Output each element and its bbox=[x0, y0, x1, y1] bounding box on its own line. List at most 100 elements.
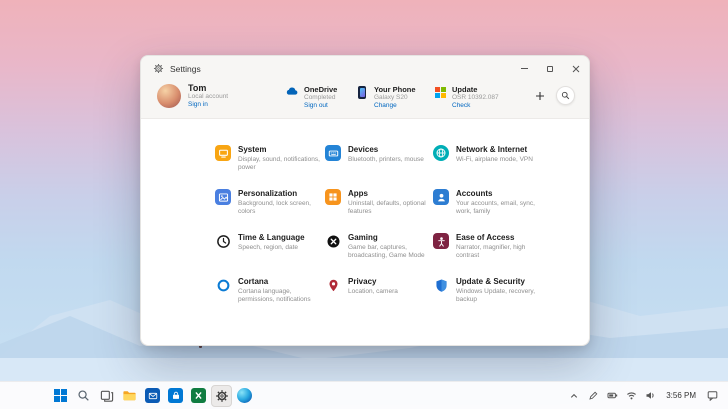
devices-icon bbox=[325, 145, 341, 161]
sign-out-link[interactable]: Sign out bbox=[304, 102, 337, 110]
excel-icon bbox=[191, 388, 206, 403]
category-time-language[interactable]: Time & Language Speech, region, date bbox=[215, 233, 325, 277]
close-icon bbox=[572, 65, 580, 73]
mail-button[interactable] bbox=[142, 385, 163, 407]
update-security-icon bbox=[433, 277, 449, 293]
category-grid: System Display, sound, notifications, po… bbox=[215, 145, 545, 321]
change-link[interactable]: Change bbox=[374, 102, 416, 110]
category-title: Ease of Access bbox=[456, 233, 515, 242]
category-subtitle: Uninstall, defaults, optional features bbox=[348, 199, 426, 215]
update-card[interactable]: Update OSR 10392.087 Check bbox=[433, 83, 528, 111]
settings-taskbar-button[interactable] bbox=[211, 384, 232, 407]
maximize-button[interactable] bbox=[537, 56, 563, 81]
category-subtitle: Game bar, captures, broadcasting, Game M… bbox=[348, 243, 425, 259]
settings-content: System Display, sound, notifications, po… bbox=[141, 118, 589, 345]
card-title: Your Phone bbox=[374, 85, 416, 94]
your-phone-icon bbox=[355, 85, 369, 99]
volume-icon[interactable] bbox=[644, 390, 656, 402]
profile-subtitle: Local account bbox=[188, 93, 229, 101]
category-title: Update & Security bbox=[456, 277, 525, 286]
search-icon bbox=[561, 91, 570, 100]
window-title: Settings bbox=[170, 63, 201, 74]
file-explorer-icon bbox=[123, 391, 136, 401]
settings-header: Tom Local account Sign in OneDrive Compl… bbox=[141, 81, 589, 118]
category-devices[interactable]: Devices Bluetooth, printers, mouse bbox=[325, 145, 433, 189]
settings-window: Settings Tom Local account Sign in OneDr… bbox=[140, 55, 590, 346]
minimize-icon bbox=[520, 68, 528, 69]
category-title: Network & Internet bbox=[456, 145, 528, 154]
header-actions bbox=[533, 83, 575, 105]
your-phone-card[interactable]: Your Phone Galaxy S20 Change bbox=[355, 83, 433, 111]
action-center-icon[interactable] bbox=[706, 390, 718, 402]
store-button[interactable] bbox=[165, 385, 186, 407]
ease-of-access-icon bbox=[433, 233, 449, 249]
cortana-icon bbox=[215, 277, 231, 293]
time-language-icon bbox=[215, 233, 231, 249]
category-subtitle: Background, lock screen, colors bbox=[238, 199, 311, 215]
system-tray: 3:56 PM bbox=[568, 390, 718, 402]
add-button[interactable] bbox=[533, 89, 547, 103]
edge-icon bbox=[237, 388, 252, 403]
avatar bbox=[157, 84, 181, 109]
check-link[interactable]: Check bbox=[452, 102, 499, 110]
battery-icon[interactable] bbox=[606, 390, 618, 402]
category-title: Accounts bbox=[456, 189, 493, 198]
search-icon bbox=[78, 390, 89, 401]
chevron-up-icon[interactable] bbox=[568, 390, 580, 402]
task-view-button[interactable] bbox=[96, 385, 117, 407]
file-explorer-button[interactable] bbox=[119, 385, 140, 407]
onedrive-card[interactable]: OneDrive Completed Sign out bbox=[285, 83, 355, 111]
onedrive-cloud-icon bbox=[285, 85, 299, 99]
category-title: Privacy bbox=[348, 277, 377, 286]
card-title: Update bbox=[452, 85, 478, 94]
category-subtitle: Narrator, magnifier, high contrast bbox=[456, 243, 526, 259]
category-subtitle: Your accounts, email, sync, work, family bbox=[456, 199, 535, 215]
start-icon bbox=[54, 389, 67, 402]
category-ease-of-access[interactable]: Ease of Access Narrator, magnifier, high… bbox=[433, 233, 545, 277]
privacy-icon bbox=[325, 277, 341, 293]
category-title: Cortana bbox=[238, 277, 269, 286]
category-title: Apps bbox=[348, 189, 368, 198]
category-subtitle: Cortana language, permissions, notificat… bbox=[238, 287, 311, 303]
category-subtitle: Windows Update, recovery, backup bbox=[456, 287, 535, 303]
category-cortana[interactable]: Cortana Cortana language, permissions, n… bbox=[215, 277, 325, 321]
category-apps[interactable]: Apps Uninstall, defaults, optional featu… bbox=[325, 189, 433, 233]
category-title: Devices bbox=[348, 145, 379, 154]
category-subtitle: Wi-Fi, airplane mode, VPN bbox=[456, 155, 533, 163]
category-update-security[interactable]: Update & Security Windows Update, recove… bbox=[433, 277, 545, 321]
category-title: Gaming bbox=[348, 233, 378, 242]
taskbar-search-button[interactable] bbox=[73, 385, 94, 407]
system-icon bbox=[215, 145, 231, 161]
card-title: OneDrive bbox=[304, 85, 338, 94]
settings-gear-icon bbox=[153, 63, 164, 74]
close-button[interactable] bbox=[563, 56, 589, 81]
plus-icon bbox=[536, 91, 544, 100]
taskbar-clock[interactable]: 3:56 PM bbox=[666, 391, 696, 400]
edge-button[interactable] bbox=[234, 385, 255, 407]
window-controls bbox=[511, 56, 589, 81]
sign-in-link[interactable]: Sign in bbox=[188, 101, 228, 109]
category-subtitle: Location, camera bbox=[348, 287, 398, 295]
profile-card[interactable]: Tom Local account Sign in bbox=[157, 83, 285, 110]
category-system[interactable]: System Display, sound, notifications, po… bbox=[215, 145, 325, 189]
category-accounts[interactable]: Accounts Your accounts, email, sync, wor… bbox=[433, 189, 545, 233]
taskbar-apps bbox=[50, 384, 255, 407]
category-gaming[interactable]: Gaming Game bar, captures, broadcasting,… bbox=[325, 233, 433, 277]
start-button[interactable] bbox=[50, 385, 71, 407]
network-internet-icon bbox=[433, 145, 449, 161]
pen-icon[interactable] bbox=[587, 390, 599, 402]
apps-icon bbox=[325, 189, 341, 205]
category-network[interactable]: Network & Internet Wi-Fi, airplane mode,… bbox=[433, 145, 545, 189]
category-privacy[interactable]: Privacy Location, camera bbox=[325, 277, 433, 321]
minimize-button[interactable] bbox=[511, 56, 537, 81]
task-view-icon bbox=[100, 390, 113, 402]
wifi-icon[interactable] bbox=[625, 390, 637, 402]
excel-button[interactable] bbox=[188, 385, 209, 407]
card-status: Galaxy S20 bbox=[374, 94, 408, 101]
category-personalization[interactable]: Personalization Background, lock screen,… bbox=[215, 189, 325, 233]
category-title: Time & Language bbox=[238, 233, 305, 242]
search-button[interactable] bbox=[556, 86, 575, 105]
window-titlebar[interactable]: Settings bbox=[141, 56, 589, 81]
category-subtitle: Bluetooth, printers, mouse bbox=[348, 155, 424, 163]
category-title: Personalization bbox=[238, 189, 298, 198]
